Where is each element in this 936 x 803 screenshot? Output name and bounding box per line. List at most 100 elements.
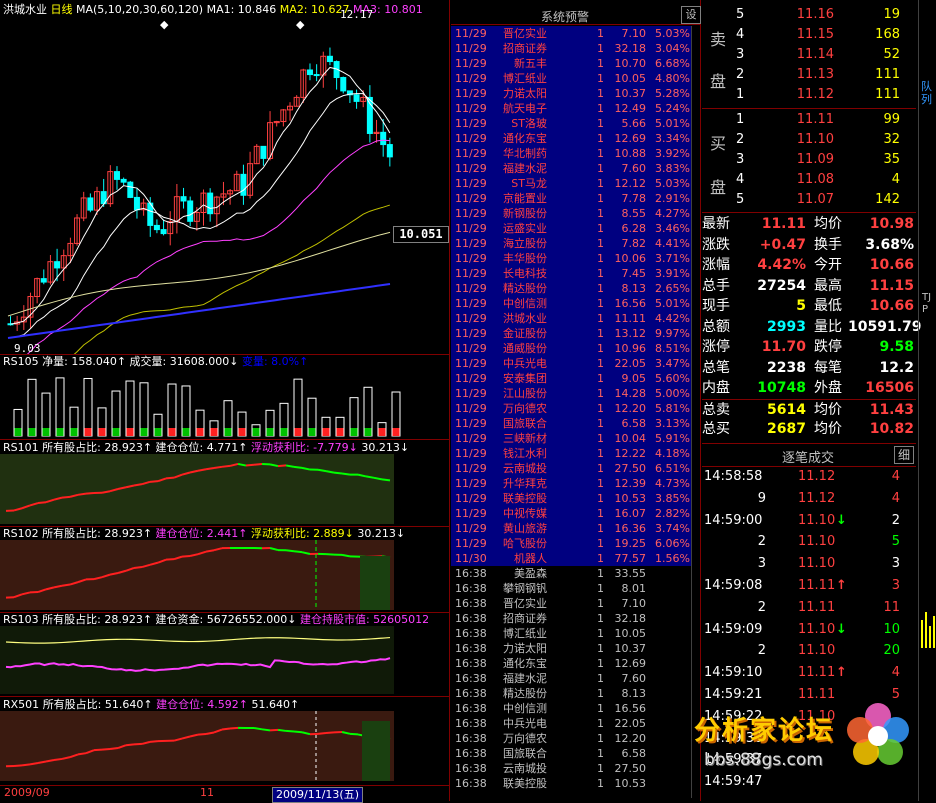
alert-row[interactable]: 11/29运盛实业16.283.46% — [451, 221, 691, 236]
alert-row[interactable]: 11/29国旅联合16.583.13% — [451, 416, 691, 431]
trade-row[interactable]: 16:38力诺太阳110.37 — [451, 641, 691, 656]
tick-price: 11.11 — [798, 597, 835, 618]
trade-row[interactable]: 16:38中兵光电122.05 — [451, 716, 691, 731]
trade-row[interactable]: 16:38招商证券132.18 — [451, 611, 691, 626]
tick-row[interactable]: 211.1020 — [702, 640, 916, 661]
buy-order-row[interactable]: 211.1032 — [702, 130, 916, 150]
alert-row[interactable]: 11/29ST洛玻15.665.01% — [451, 116, 691, 131]
alert-row[interactable]: 11/29通威股份110.968.51% — [451, 341, 691, 356]
alert-row[interactable]: 11/29升华拜克112.394.73% — [451, 476, 691, 491]
volume-chart[interactable] — [0, 368, 449, 438]
tick-row[interactable]: 911.124 — [702, 488, 916, 509]
sell-order-row[interactable]: 111.12111 — [702, 85, 916, 105]
alert-row[interactable]: 11/29洪城水业111.114.42% — [451, 311, 691, 326]
alert-row[interactable]: 11/29华北制药110.883.92% — [451, 146, 691, 161]
alert-cell-q: 1 — [597, 521, 604, 536]
strip-top-label[interactable]: 队列 — [921, 80, 933, 106]
date-axis: 2009/09 11 2009/11/13(五) — [0, 785, 449, 802]
candlestick-chart[interactable]: ◆◆ — [0, 16, 449, 354]
tick-row[interactable]: 14:58:5811.124 — [702, 466, 916, 487]
alert-row[interactable]: 11/29黄山旅游116.363.74% — [451, 521, 691, 536]
alert-row[interactable]: 11/29海立股份17.824.41% — [451, 236, 691, 251]
trade-row[interactable]: 16:38联美控股110.53 — [451, 776, 691, 791]
alert-row[interactable]: 11/29丰华股份110.063.71% — [451, 251, 691, 266]
trade-cell-n: 云南城投 — [497, 761, 547, 776]
alert-row[interactable]: 11/29中兵光电122.053.47% — [451, 356, 691, 371]
alert-row[interactable]: 11/29招商证券132.183.04% — [451, 41, 691, 56]
sell-order-row[interactable]: 311.1452 — [702, 45, 916, 65]
alert-row[interactable]: 11/29新五丰110.706.68% — [451, 56, 691, 71]
buy-order-row[interactable]: 411.084 — [702, 170, 916, 190]
period-label[interactable]: 日线 — [51, 3, 73, 16]
trade-row[interactable]: 16:38博汇纸业110.05 — [451, 626, 691, 641]
alert-row[interactable]: 11/29中视传媒116.072.82% — [451, 506, 691, 521]
alert-row[interactable]: 11/29航天电子112.495.24% — [451, 101, 691, 116]
watermark-url: bbs.88gs.com — [704, 750, 823, 770]
sell-order-row[interactable]: 211.13111 — [702, 65, 916, 85]
trade-row[interactable]: 16:38国旅联合16.58 — [451, 746, 691, 761]
tick-row[interactable]: 14:59:0911.10↓10 — [702, 619, 916, 640]
alert-row[interactable]: 11/29ST马龙112.125.03% — [451, 176, 691, 191]
buy-order-row[interactable]: 511.07142 — [702, 190, 916, 210]
indicator-line — [94, 750, 102, 751]
volume-bar-foot — [337, 428, 344, 436]
trade-cell-p: 7.10 — [611, 596, 646, 611]
alert-row[interactable]: 11/29通化东宝112.693.34% — [451, 131, 691, 146]
rs101-chart[interactable] — [0, 454, 449, 526]
tick-row[interactable]: 14:59:1011.11↑4 — [702, 662, 916, 683]
alert-row[interactable]: 11/29哈飞股份119.256.06% — [451, 536, 691, 551]
candle-body — [341, 78, 346, 91]
alert-scrollbar[interactable] — [691, 26, 700, 798]
alert-cell-c: 3.85% — [646, 491, 690, 506]
tick-row[interactable]: 14:59:0011.10↓2 — [702, 510, 916, 531]
buy-order-row[interactable]: 311.0935 — [702, 150, 916, 170]
buy-order-row[interactable]: 111.1199 — [702, 110, 916, 130]
alert-cell-c: 3.34% — [646, 131, 690, 146]
trade-row[interactable]: 16:38攀钢钢钒18.01 — [451, 581, 691, 596]
alert-row[interactable]: 11/29福建水泥17.603.83% — [451, 161, 691, 176]
alert-row[interactable]: 11/29中创信测116.565.01% — [451, 296, 691, 311]
trade-row[interactable]: 16:38福建水泥17.60 — [451, 671, 691, 686]
rs101-item-2: 建仓仓位: 4.771↑ — [156, 441, 248, 454]
alert-row[interactable]: 11/29钱江水利112.224.18% — [451, 446, 691, 461]
alert-row[interactable]: 11/29长电科技17.453.91% — [451, 266, 691, 281]
tick-row[interactable]: 311.103 — [702, 553, 916, 574]
alert-row[interactable]: 11/29力诺太阳110.375.28% — [451, 86, 691, 101]
alert-row[interactable]: 11/29江山股份114.285.00% — [451, 386, 691, 401]
volume-bar-foot — [15, 428, 22, 436]
alert-settings-button[interactable]: 设 — [681, 6, 701, 24]
alert-row[interactable]: 11/29京能置业17.782.91% — [451, 191, 691, 206]
trade-row[interactable]: 16:38通化东宝112.69 — [451, 656, 691, 671]
alert-row[interactable]: 11/29云南城投127.506.51% — [451, 461, 691, 476]
flower-logo-icon — [842, 700, 914, 772]
sell-order-row[interactable]: 511.1619 — [702, 5, 916, 25]
sell-order-row[interactable]: 411.15168 — [702, 25, 916, 45]
trade-row[interactable]: 16:38美盈森133.55 — [451, 566, 691, 581]
trade-row[interactable]: 16:38精达股份18.13 — [451, 686, 691, 701]
alert-row[interactable]: 11/29新钢股份18.554.27% — [451, 206, 691, 221]
trade-row[interactable]: 16:38中创信测116.56 — [451, 701, 691, 716]
trade-row[interactable]: 16:38晋亿实业17.10 — [451, 596, 691, 611]
alert-cell-d: 11/29 — [455, 86, 487, 101]
alert-row[interactable]: 11/29博汇纸业110.054.80% — [451, 71, 691, 86]
rs103-chart[interactable] — [0, 626, 449, 696]
rs102-chart[interactable] — [0, 540, 449, 612]
alert-row[interactable]: 11/29联美控股110.533.85% — [451, 491, 691, 506]
tick-row[interactable]: 211.105 — [702, 531, 916, 552]
chart-area[interactable]: 洪城水业 日线 MA(5,10,20,30,60,120) MA1: 10.84… — [0, 0, 450, 801]
tick-row[interactable]: 211.1111 — [702, 597, 916, 618]
alert-row[interactable]: 11/29三峡新材110.045.91% — [451, 431, 691, 446]
ticks-detail-button[interactable]: 细 — [894, 446, 914, 464]
alert-row[interactable]: 11/29精达股份18.132.65% — [451, 281, 691, 296]
alert-row[interactable]: 11/29安泰集团19.055.60% — [451, 371, 691, 386]
alert-row[interactable]: 11/29晋亿实业17.105.03% — [451, 26, 691, 41]
alert-row[interactable]: 11/30机器人177.571.56% — [451, 551, 691, 566]
alert-row[interactable]: 11/29金证股份113.129.97% — [451, 326, 691, 341]
trade-row[interactable]: 16:38万向德农112.20 — [451, 731, 691, 746]
tick-row[interactable]: 14:59:0811.11↑3 — [702, 575, 916, 596]
trade-row[interactable]: 16:38云南城投127.50 — [451, 761, 691, 776]
alert-row[interactable]: 11/29万向德农112.205.81% — [451, 401, 691, 416]
price-tag: 10.051 — [393, 226, 449, 243]
alert-cell-c: 3.74% — [646, 521, 690, 536]
rx501-chart[interactable] — [0, 711, 449, 783]
